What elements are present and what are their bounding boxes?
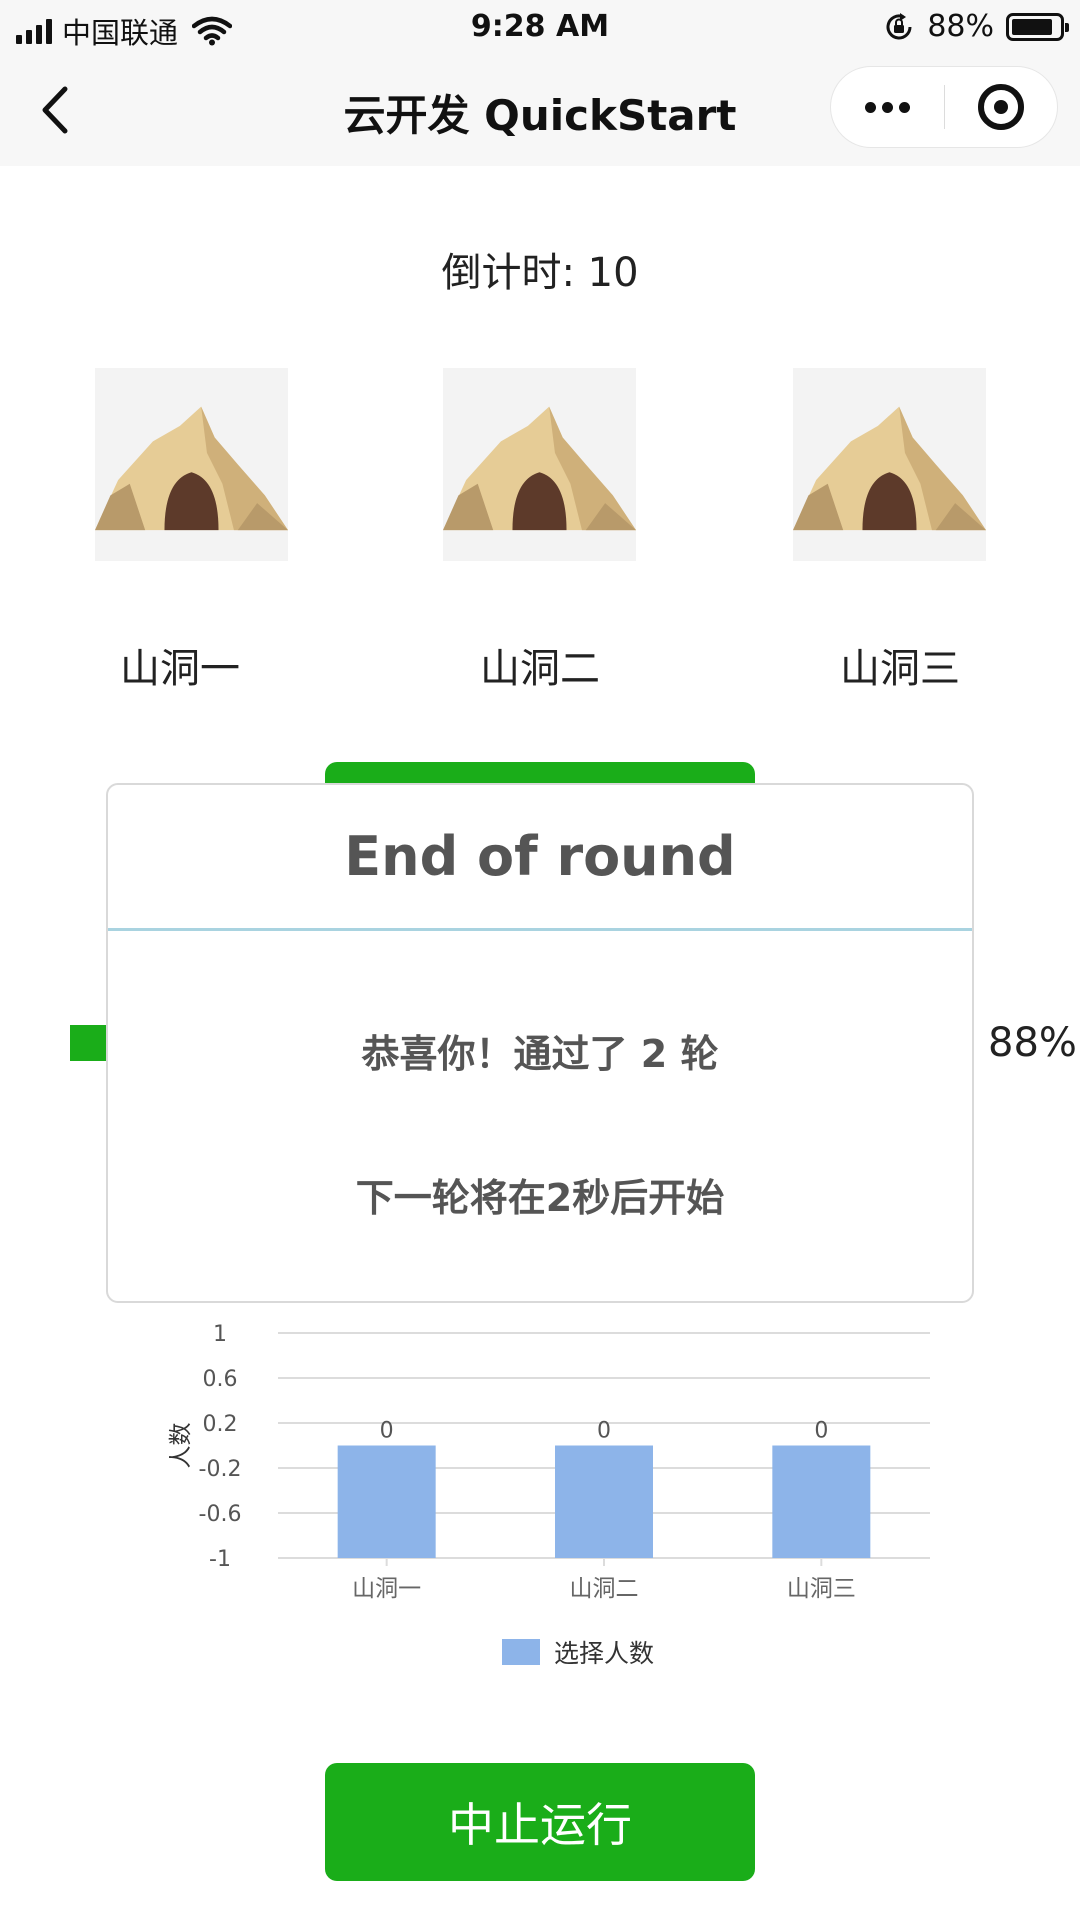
cave-icon <box>443 368 636 561</box>
more-dots-icon <box>864 101 910 113</box>
close-miniprogram-button[interactable] <box>945 67 1058 147</box>
cave-1[interactable] <box>95 368 288 561</box>
miniprogram-capsule <box>830 66 1058 148</box>
orientation-lock-icon <box>886 12 912 39</box>
status-bar: 中国联通 9:28 AM 88% <box>0 0 1080 54</box>
bar-data-label: 0 <box>380 1419 394 1444</box>
cave-3[interactable] <box>793 368 986 561</box>
cave-label-1: 山洞一 <box>120 646 240 692</box>
round-end-modal: End of round 恭喜你！通过了 2 轮 下一轮将在2秒后开始 <box>106 783 974 1303</box>
cave-label-3: 山洞三 <box>840 646 960 692</box>
cave-icon <box>793 368 986 561</box>
battery-fill <box>1012 18 1053 35</box>
battery-percentage: 88% <box>927 9 994 44</box>
legend-swatch <box>502 1639 540 1665</box>
y-tick-label: -0.2 <box>199 1457 242 1482</box>
progress-bar-fill <box>70 1025 106 1061</box>
more-button[interactable] <box>831 67 944 147</box>
navigation-bar: 云开发 QuickStart <box>0 54 1080 166</box>
modal-title: End of round <box>344 825 736 888</box>
bar-data-label: 0 <box>597 1419 611 1444</box>
app-page: 中国联通 9:28 AM 88% 云开发 QuickStart 倒计时: 10 … <box>0 0 1080 1920</box>
stop-run-button[interactable]: 中止运行 <box>325 1763 755 1881</box>
countdown-text: 倒计时: 10 <box>441 250 639 296</box>
target-circle-icon <box>977 84 1024 130</box>
battery-icon <box>1006 12 1069 41</box>
y-tick-label: 0.6 <box>203 1367 238 1392</box>
legend-label: 选择人数 <box>554 1639 655 1668</box>
chart-bar <box>555 1445 653 1558</box>
y-tick-label: 1 <box>213 1322 227 1347</box>
chart-svg: 1 0.6 0.2 -0.2 -0.6 -1 人数 0 山洞一 0 山洞二 0 山洞三 <box>168 1322 930 1602</box>
status-right: 88% <box>883 9 1069 44</box>
cave-label-2: 山洞二 <box>480 646 600 692</box>
x-category-label: 山洞一 <box>352 1576 421 1602</box>
y-tick-label: -1 <box>209 1547 231 1572</box>
y-axis-label: 人数 <box>168 1423 194 1469</box>
cave-2[interactable] <box>443 368 636 561</box>
y-tick-label: -0.6 <box>199 1502 242 1527</box>
x-category-label: 山洞二 <box>570 1576 639 1602</box>
modal-message-rounds: 恭喜你！通过了 2 轮 <box>361 1032 719 1076</box>
x-category-label: 山洞三 <box>787 1576 856 1602</box>
cave-icon <box>95 368 288 561</box>
y-tick-label: 0.2 <box>203 1412 238 1437</box>
progress-percentage: 88% <box>988 1020 1077 1066</box>
modal-divider <box>108 928 972 931</box>
chart-bar <box>337 1445 436 1558</box>
chart-bar <box>772 1445 871 1558</box>
bar-data-label: 0 <box>814 1419 828 1444</box>
modal-message-next: 下一轮将在2秒后开始 <box>355 1176 725 1220</box>
chart-legend: 选择人数 <box>502 1634 654 1670</box>
